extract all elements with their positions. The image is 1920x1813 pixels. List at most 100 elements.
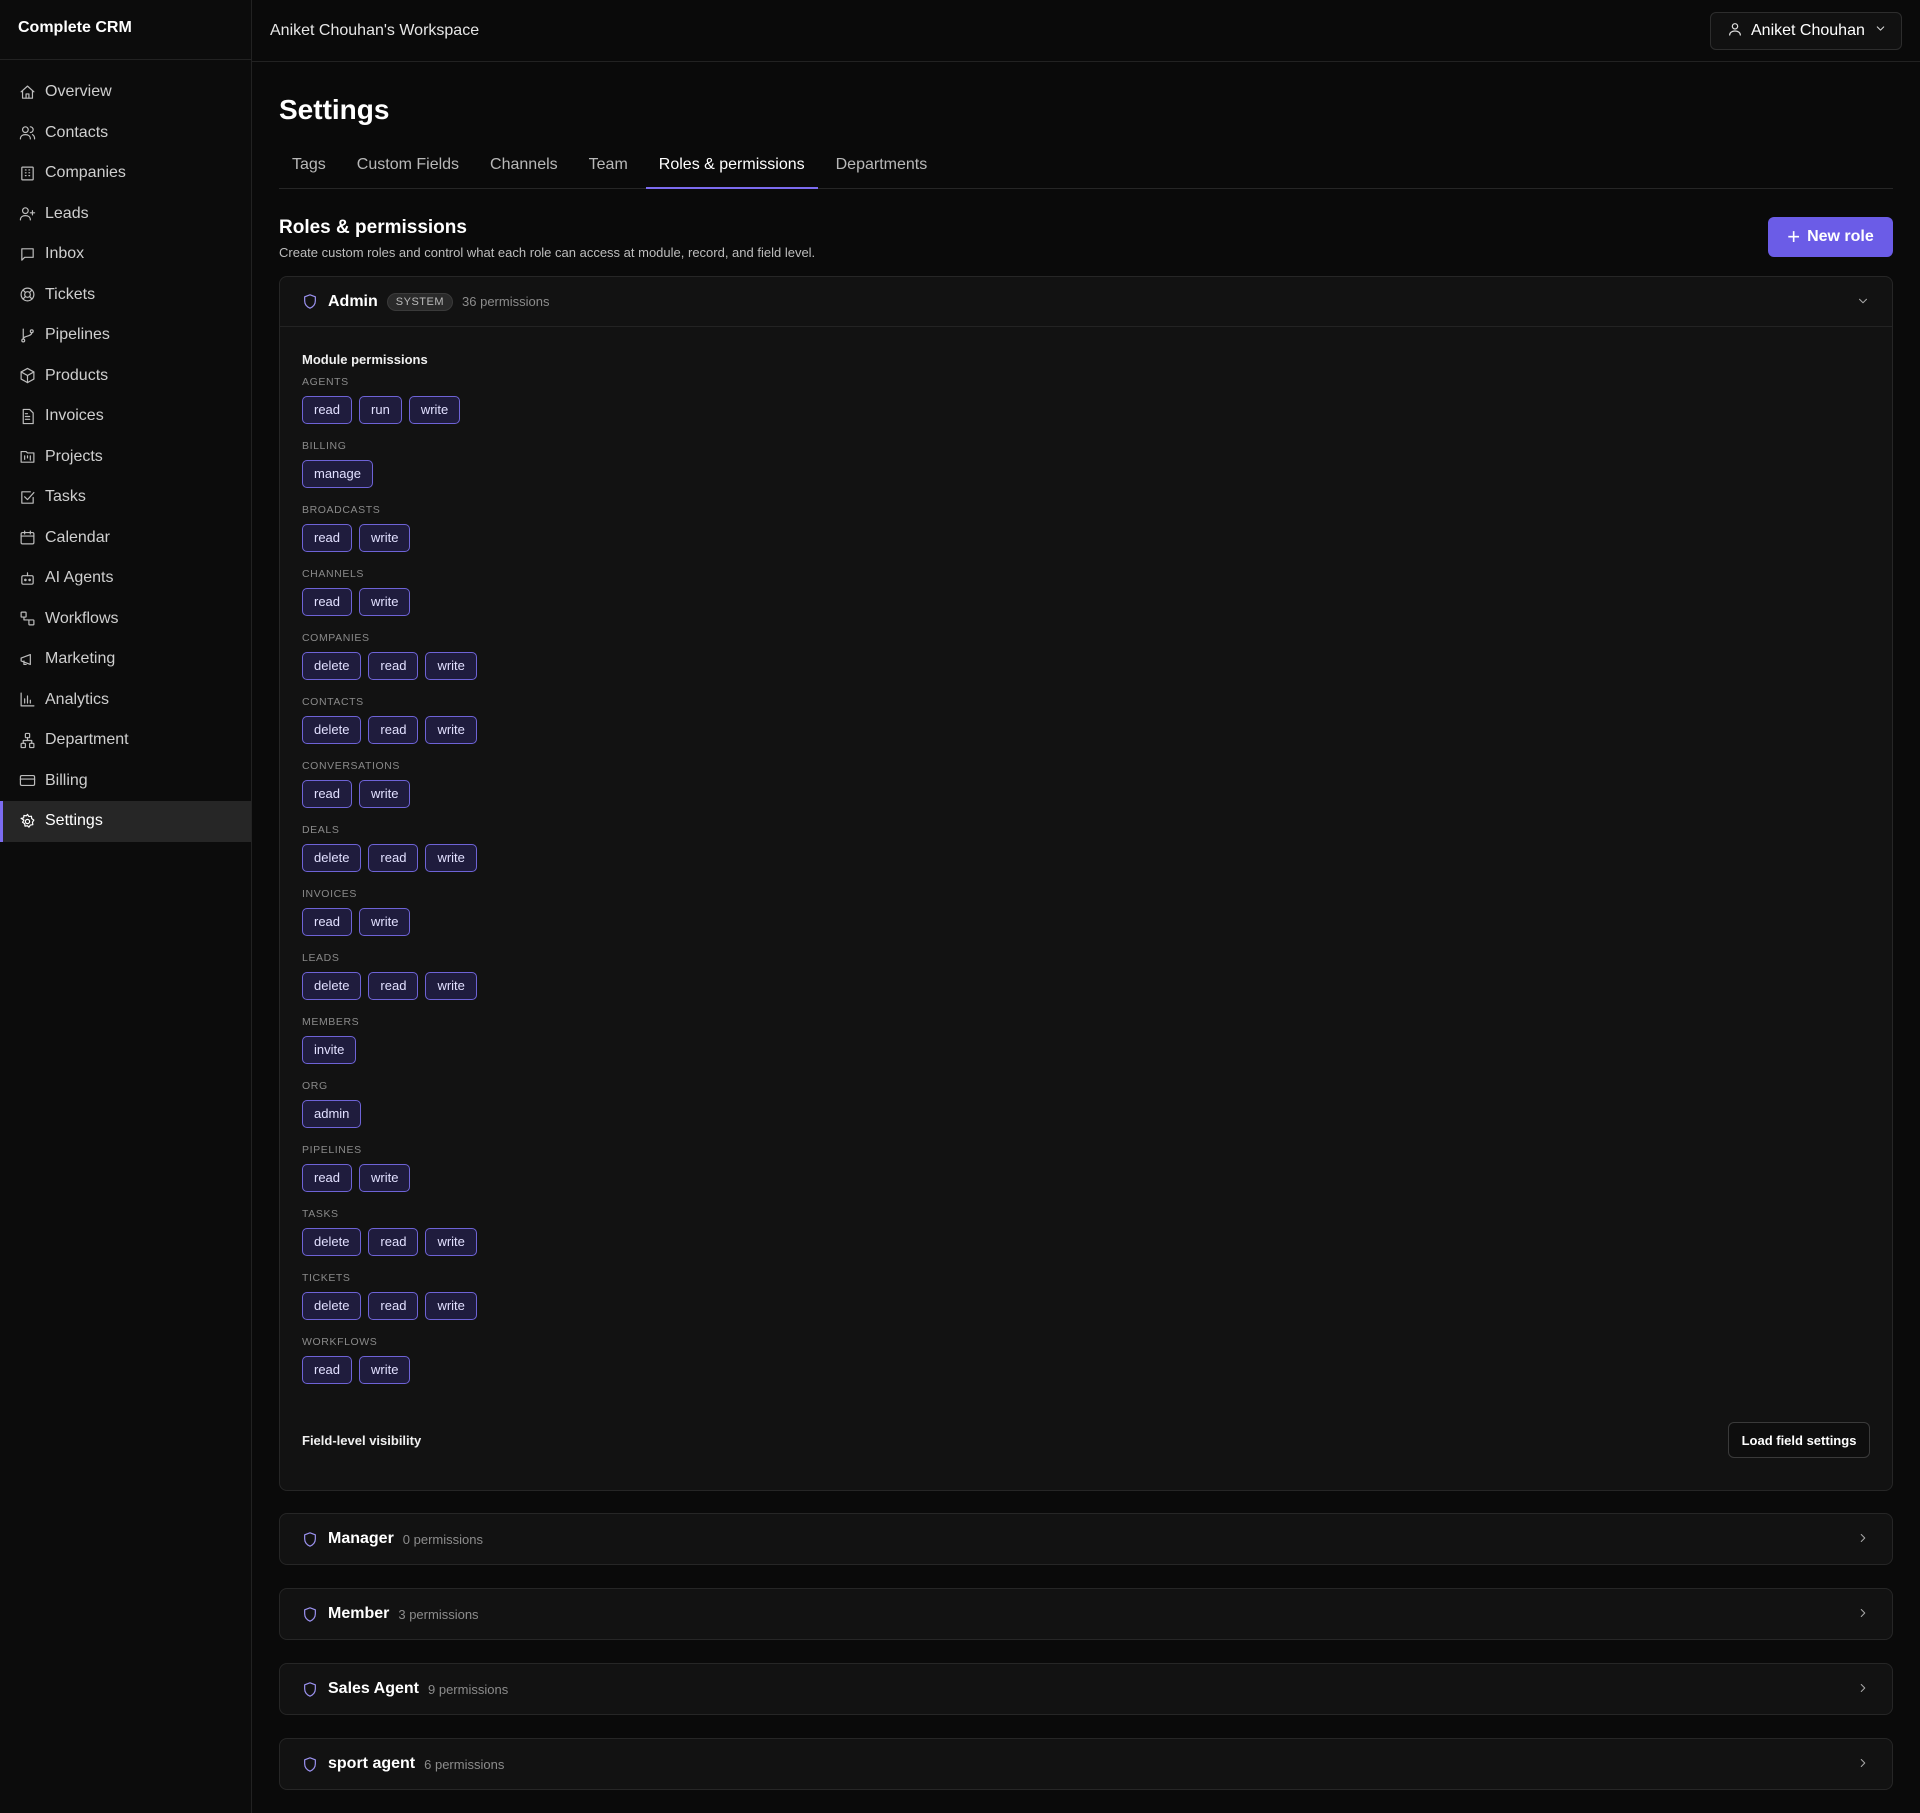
permission-chip: write [359, 780, 411, 808]
role-header[interactable]: Sales Agent 9 permissions [280, 1664, 1892, 1714]
sidebar-item-label: Calendar [45, 528, 110, 546]
sidebar-item-pipelines[interactable]: Pipelines [0, 315, 251, 356]
permission-chip: admin [302, 1100, 362, 1128]
tab-custom-fields[interactable]: Custom Fields [344, 150, 472, 189]
module-label: MEMBERS [302, 1016, 360, 1028]
module-group: DEALS delete read write [302, 822, 1870, 886]
bot-icon [18, 569, 36, 587]
role-header[interactable]: Manager 0 permissions [280, 1514, 1892, 1564]
permission-chip: read [302, 908, 353, 936]
module-group: BILLING manage [302, 438, 1870, 502]
sidebar-item-marketing[interactable]: Marketing [0, 639, 251, 680]
module-group: CHANNELS read write [302, 566, 1870, 630]
permission-chip: write [425, 1292, 477, 1320]
module-group: CONVERSATIONS read write [302, 758, 1870, 822]
role-card-sales-agent[interactable]: Sales Agent 9 permissions [279, 1663, 1893, 1715]
sidebar-item-settings[interactable]: Settings [0, 801, 251, 842]
sidebar-item-overview[interactable]: Overview [0, 72, 251, 113]
chevron-right-icon[interactable] [1856, 1681, 1870, 1695]
permission-chip: write [425, 844, 477, 872]
permission-chip: write [359, 1356, 411, 1384]
module-group: INVOICES read write [302, 886, 1870, 950]
permission-chip: invite [302, 1036, 357, 1064]
module-label: INVOICES [302, 888, 357, 900]
permission-chip: read [368, 1228, 419, 1256]
chevron-down-icon[interactable] [1856, 294, 1870, 308]
permission-count: 3 permissions [398, 1606, 479, 1622]
user-plus-icon [18, 205, 36, 223]
permission-chip: write [359, 908, 411, 936]
sidebar-item-label: Overview [45, 83, 112, 101]
module-group: AGENTS read run write [302, 374, 1870, 438]
permission-chips: delete read write [302, 716, 1870, 744]
permission-chip: read [368, 972, 419, 1000]
permission-count: 36 permissions [462, 294, 550, 309]
sidebar-item-workflows[interactable]: Workflows [0, 599, 251, 640]
section-header: Roles & permissions Create custom roles … [279, 217, 1893, 275]
permission-chip: delete [302, 716, 362, 744]
user-menu-button[interactable]: Aniket Chouhan [1710, 12, 1902, 50]
role-card-member[interactable]: Member 3 permissions [279, 1588, 1893, 1640]
permission-chip: read [368, 716, 419, 744]
sidebar-nav: Overview Contacts Companies Leads Inbox Ticke… [0, 60, 251, 842]
section-subtitle: Create custom roles and control what eac… [279, 245, 816, 260]
sidebar-item-ai-agents[interactable]: AI Agents [0, 558, 251, 599]
role-header-admin[interactable]: Admin SYSTEM 36 permissions [280, 277, 1892, 327]
sidebar-item-projects[interactable]: Projects [0, 437, 251, 478]
module-label: BILLING [302, 440, 347, 452]
sidebar-item-analytics[interactable]: Analytics [0, 680, 251, 721]
permission-chip: delete [302, 652, 362, 680]
role-card-manager[interactable]: Manager 0 permissions [279, 1513, 1893, 1565]
tab-tags[interactable]: Tags [279, 150, 339, 189]
tab-departments[interactable]: Departments [823, 150, 941, 189]
permission-count: 0 permissions [402, 1531, 483, 1547]
sidebar-item-leads[interactable]: Leads [0, 194, 251, 235]
load-field-settings-button[interactable]: Load field settings [1728, 1422, 1870, 1458]
sidebar: Complete CRM Overview Contacts Companies Le… [0, 0, 252, 1813]
permission-chip: read [302, 396, 353, 424]
permission-chip: write [425, 652, 477, 680]
role-card-sport-agent[interactable]: sport agent 6 permissions [279, 1738, 1893, 1790]
module-group: BROADCASTS read write [302, 502, 1870, 566]
role-header[interactable]: sport agent 6 permissions [280, 1739, 1892, 1789]
permission-chip: delete [302, 1292, 362, 1320]
permission-chip: write [425, 716, 477, 744]
permission-chips: read write [302, 908, 1870, 936]
sidebar-item-department[interactable]: Department [0, 720, 251, 761]
bar-chart-icon [18, 691, 36, 709]
chevron-right-icon[interactable] [1856, 1531, 1870, 1545]
tab-roles-permissions[interactable]: Roles & permissions [645, 150, 818, 189]
permission-chip: read [302, 1164, 353, 1192]
chevron-right-icon[interactable] [1856, 1606, 1870, 1620]
sidebar-item-contacts[interactable]: Contacts [0, 113, 251, 154]
sidebar-item-tickets[interactable]: Tickets [0, 275, 251, 316]
sidebar-item-companies[interactable]: Companies [0, 153, 251, 194]
git-branch-icon [18, 326, 36, 344]
permission-chip: write [425, 972, 477, 1000]
chevron-right-icon[interactable] [1856, 1756, 1870, 1770]
sidebar-item-label: Tasks [45, 488, 86, 506]
module-label: TASKS [302, 1208, 339, 1220]
settings-tabs: Tags Custom Fields Channels Team Roles & per… [279, 150, 1893, 189]
user-icon [1727, 21, 1743, 42]
role-body-admin: Module permissions AGENTS read run write BIL… [280, 327, 1892, 1490]
permission-chip: write [425, 1228, 477, 1256]
permission-chip: write [359, 588, 411, 616]
sidebar-item-tasks[interactable]: Tasks [0, 477, 251, 518]
home-icon [18, 83, 36, 101]
permission-count: 6 permissions [424, 1756, 505, 1772]
module-label: ORG [302, 1080, 328, 1092]
sidebar-item-label: Contacts [45, 123, 109, 141]
sidebar-item-invoices[interactable]: Invoices [0, 396, 251, 437]
sidebar-item-billing[interactable]: Billing [0, 761, 251, 802]
tab-team[interactable]: Team [576, 150, 641, 189]
sidebar-item-inbox[interactable]: Inbox [0, 234, 251, 275]
credit-card-icon [18, 772, 36, 790]
sidebar-item-products[interactable]: Products [0, 356, 251, 397]
role-header[interactable]: Member 3 permissions [280, 1589, 1892, 1639]
shield-icon [302, 1531, 318, 1548]
new-role-button[interactable]: + New role [1768, 217, 1893, 257]
permission-chips: manage [302, 460, 1870, 488]
tab-channels[interactable]: Channels [477, 150, 571, 189]
sidebar-item-calendar[interactable]: Calendar [0, 518, 251, 559]
